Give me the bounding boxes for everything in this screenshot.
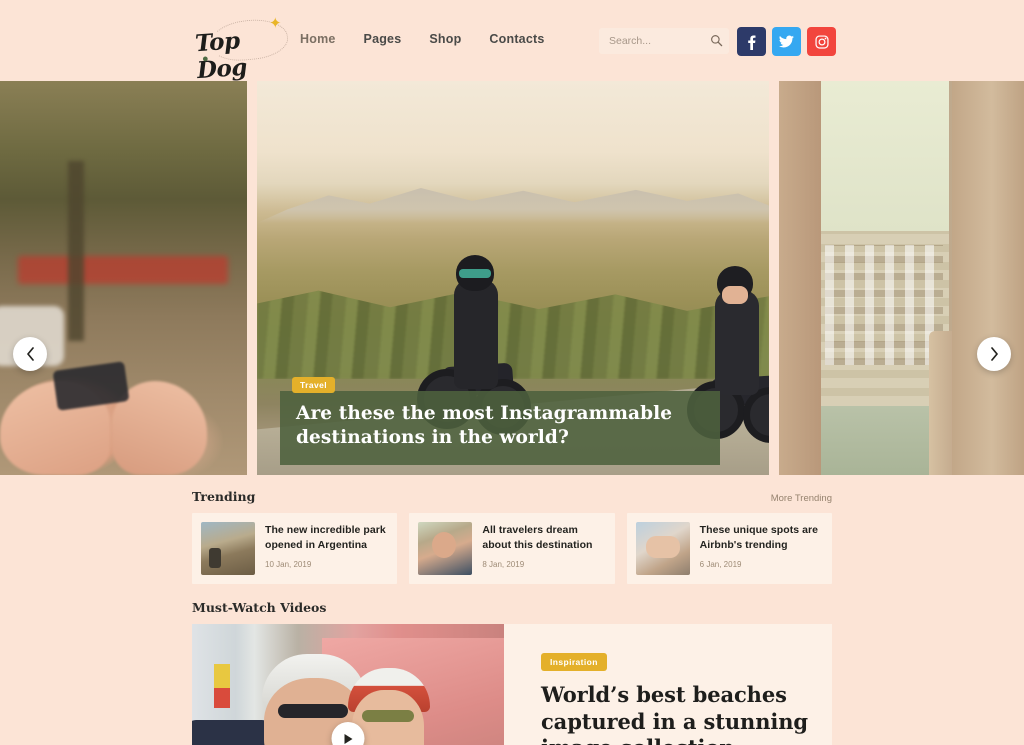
decoration [214, 664, 230, 708]
more-trending-link[interactable]: More Trending [771, 493, 832, 504]
trending-card-title[interactable]: All travelers dream about this destinati… [482, 523, 604, 553]
trending-thumbnail [201, 522, 255, 575]
trending-card[interactable]: The new incredible park opened in Argent… [192, 513, 398, 584]
hero-image-previous [0, 81, 247, 475]
trending-card-body: The new incredible park opened in Argent… [265, 522, 387, 569]
must-watch-panel: Inspiration World’s best beaches capture… [192, 624, 832, 745]
trending-card[interactable]: These unique spots are Airbnb's trending… [626, 513, 832, 584]
slider-next-button[interactable] [977, 337, 1011, 371]
twitter-icon[interactable] [772, 27, 801, 56]
decoration [819, 81, 949, 231]
hero-slider: Travel Are these the most Instagrammable… [0, 81, 1024, 475]
trending-header: Trending More Trending [192, 475, 832, 513]
decoration [112, 381, 207, 475]
nav-item-pages[interactable]: Pages [364, 32, 402, 46]
trending-card-date: 10 Jan, 2019 [265, 559, 312, 569]
trending-card-title[interactable]: The new incredible park opened in Argent… [265, 523, 387, 553]
search-input[interactable] [599, 28, 729, 54]
trending-section: Trending More Trending The new incredibl… [192, 475, 832, 745]
chevron-right-icon [990, 347, 998, 361]
decoration [68, 161, 84, 341]
must-watch-content: Inspiration World’s best beaches capture… [504, 624, 832, 745]
trending-cards: The new incredible park opened in Argent… [192, 513, 832, 584]
page-root: ✦ Top Dog ● Home Pages Shop Contacts Sea… [0, 0, 1024, 745]
facebook-icon[interactable] [737, 27, 766, 56]
trending-card[interactable]: All travelers dream about this destinati… [409, 513, 615, 584]
map-pin-icon: ● [202, 53, 209, 65]
slider-prev-button[interactable] [13, 337, 47, 371]
decoration [257, 188, 769, 223]
hero-slide-previous[interactable] [0, 81, 247, 475]
video-thumbnail[interactable] [192, 624, 504, 745]
hero-slide-active[interactable]: Travel Are these the most Instagrammable… [257, 81, 769, 475]
hero-caption-box: Are these the most Instagrammable destin… [280, 390, 720, 465]
site-header: ✦ Top Dog ● Home Pages Shop Contacts [0, 0, 1024, 84]
play-icon [344, 733, 353, 744]
trending-card-date: 8 Jan, 2019 [482, 559, 525, 569]
hero-image-next [779, 81, 1024, 475]
decoration [192, 720, 272, 745]
social-links [737, 27, 836, 56]
hero-category-tag[interactable]: Travel [292, 376, 335, 393]
instagram-icon[interactable] [807, 27, 836, 56]
search-box [599, 28, 729, 54]
decoration [779, 81, 821, 475]
must-watch-category-tag[interactable]: Inspiration [541, 653, 607, 671]
trending-card-body: All travelers dream about this destinati… [482, 522, 604, 569]
site-logo[interactable]: ✦ Top Dog ● [194, 14, 290, 84]
nav-item-contacts[interactable]: Contacts [489, 32, 544, 46]
hero-caption: Travel Are these the most Instagrammable… [280, 375, 720, 465]
trending-thumbnail [418, 522, 473, 575]
hero-slide-next[interactable] [779, 81, 1024, 475]
decoration [952, 81, 1024, 475]
must-watch-title: Must-Watch Videos [192, 600, 327, 615]
must-watch-article-title[interactable]: World’s best beaches captured in a stunn… [541, 682, 810, 745]
must-watch-header: Must-Watch Videos [192, 584, 832, 624]
main-navigation: Home Pages Shop Contacts [300, 32, 545, 46]
trending-thumbnail [635, 522, 690, 575]
nav-item-home[interactable]: Home [300, 32, 336, 46]
trending-card-body: These unique spots are Airbnb's trending… [700, 522, 822, 569]
trending-title: Trending [192, 489, 256, 504]
trending-card-title[interactable]: These unique spots are Airbnb's trending [700, 523, 822, 553]
nav-item-shop[interactable]: Shop [429, 32, 461, 46]
trending-card-date: 6 Jan, 2019 [699, 559, 742, 569]
hero-title[interactable]: Are these the most Instagrammable destin… [296, 402, 704, 451]
decoration [0, 381, 110, 475]
chevron-left-icon [26, 347, 34, 361]
